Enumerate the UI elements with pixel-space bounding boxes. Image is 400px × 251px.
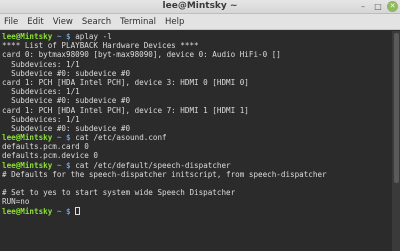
output-line: defaults.pcm.device 0 xyxy=(2,151,99,161)
prompt-symbol: $ xyxy=(66,133,71,143)
window-controls: – □ ✕ xyxy=(357,1,398,12)
output-line: card 0: bytmax98090 [byt-max98090], devi… xyxy=(2,50,281,60)
menu-edit[interactable]: Edit xyxy=(27,14,43,30)
prompt-user: lee@Mintsky xyxy=(2,133,53,143)
menu-terminal[interactable]: Terminal xyxy=(120,14,156,30)
prompt-path: ~ xyxy=(56,133,62,143)
menu-file[interactable]: File xyxy=(4,14,18,30)
terminal-window: lee@Mintsky ~ – □ ✕ File Edit View Searc… xyxy=(0,0,400,251)
output-line: RUN=no xyxy=(2,197,30,207)
terminal-output[interactable]: lee@Mintsky ~ $ aplay -l **** List of PLA… xyxy=(0,31,392,251)
output-line: Subdevices: 1/1 xyxy=(2,59,80,69)
prompt-symbol: $ xyxy=(66,206,71,216)
output-line: Subdevices: 1/1 xyxy=(2,114,80,124)
close-button[interactable]: ✕ xyxy=(387,1,398,12)
output-line: Subdevice #0: subdevice #0 xyxy=(2,123,131,133)
output-line: # Defaults for the speech-dispatcher ini… xyxy=(2,169,327,179)
output-line: card 1: PCH [HDA Intel PCH], device 7: H… xyxy=(2,105,249,115)
prompt-symbol: $ xyxy=(66,32,71,41)
menu-view[interactable]: View xyxy=(53,14,73,30)
command-text: cat /etc/default/speech-dispatcher xyxy=(75,160,231,170)
output-line: Subdevice #0: subdevice #0 xyxy=(2,96,131,106)
prompt-path: ~ xyxy=(56,160,62,170)
menu-help[interactable]: Help xyxy=(165,14,184,30)
scrollbar-thumb[interactable] xyxy=(394,33,399,183)
prompt-user: lee@Mintsky xyxy=(2,160,53,170)
output-line: **** List of PLAYBACK Hardware Devices *… xyxy=(2,41,199,51)
scrollbar[interactable] xyxy=(392,31,400,251)
current-prompt-line: lee@Mintsky ~ $ xyxy=(2,206,392,216)
prompt-symbol: $ xyxy=(66,160,71,170)
menu-bar: File Edit View Search Terminal Help xyxy=(0,14,400,30)
output-line: defaults.pcm.card 0 xyxy=(2,142,89,152)
command-text: aplay -l xyxy=(75,32,112,41)
output-line: # Set to yes to start system wide Speech… xyxy=(2,188,236,198)
prompt-path: ~ xyxy=(56,206,62,216)
maximize-button[interactable]: □ xyxy=(372,1,384,12)
output-line: Subdevices: 1/1 xyxy=(2,87,80,97)
title-bar[interactable]: lee@Mintsky ~ – □ ✕ xyxy=(0,0,400,14)
command-line: lee@Mintsky ~ $ cat /etc/asound.conf xyxy=(2,133,392,142)
minimize-button[interactable]: – xyxy=(357,1,369,12)
command-line: lee@Mintsky ~ $ aplay -l xyxy=(2,32,392,41)
output-line: Subdevice #0: subdevice #0 xyxy=(2,68,131,78)
prompt-user: lee@Mintsky xyxy=(2,206,53,216)
text-cursor xyxy=(75,206,81,215)
command-line: lee@Mintsky ~ $ cat /etc/default/speech-… xyxy=(2,161,392,170)
output-line: card 1: PCH [HDA Intel PCH], device 3: H… xyxy=(2,77,249,87)
prompt-path: ~ xyxy=(56,32,62,41)
command-text: cat /etc/asound.conf xyxy=(75,133,167,143)
window-title: lee@Mintsky ~ xyxy=(162,1,238,11)
menu-search[interactable]: Search xyxy=(82,14,111,30)
prompt-user: lee@Mintsky xyxy=(2,32,53,41)
